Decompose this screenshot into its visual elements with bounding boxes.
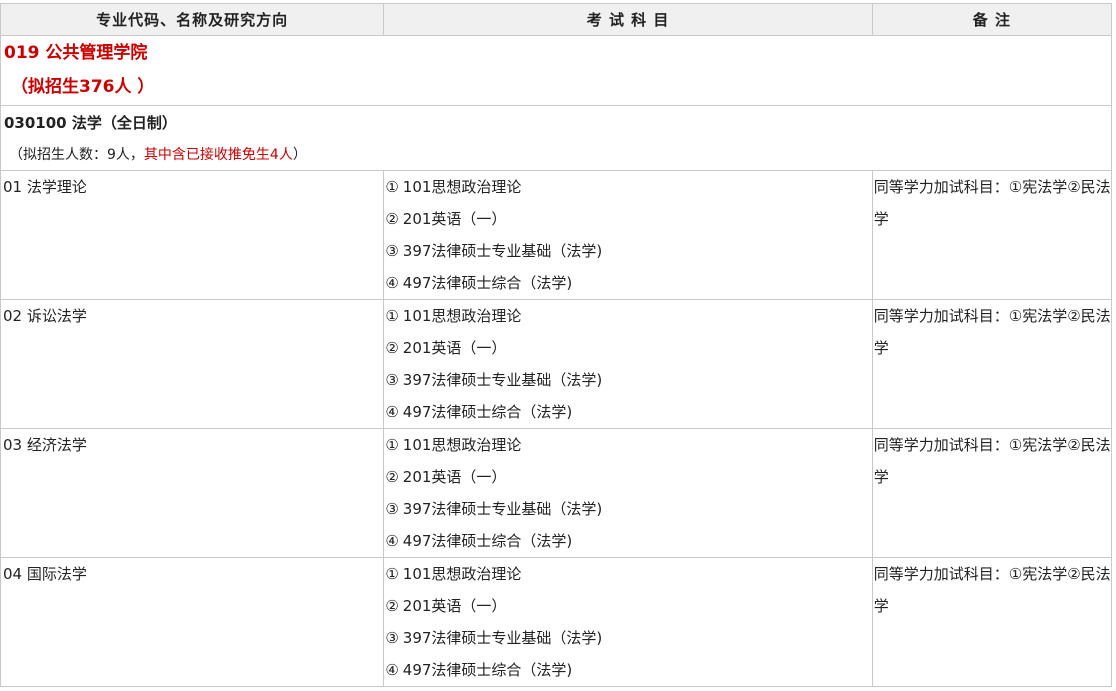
subject-text: 497法律硕士综合（法学) bbox=[402, 274, 573, 292]
subject-text: 397法律硕士专业基础（法学) bbox=[402, 242, 603, 260]
direction-row: 04 国际法学 ① 101思想政治理论 ② 201英语（一） ③ 397法律硕士专业基础（法… bbox=[0, 557, 1113, 687]
subject-number: ④ bbox=[385, 274, 399, 292]
subject-text: 397法律硕士专业基础（法学) bbox=[402, 500, 603, 518]
remark-text: 同等学力加试科目：①宪法学②民法学 bbox=[873, 565, 1111, 615]
exam-subjects: ① 101思想政治理论 ② 201英语（一） ③ 397法律硕士专业基础（法学) ④ 497法… bbox=[383, 170, 873, 300]
subject-item: ② 201英语（一） bbox=[385, 461, 871, 493]
remark-text: 同等学力加试科目：①宪法学②民法学 bbox=[873, 178, 1111, 228]
subject-number: ② bbox=[385, 210, 399, 228]
subject-item: ③ 397法律硕士专业基础（法学) bbox=[385, 235, 871, 267]
exam-subjects: ① 101思想政治理论 ② 201英语（一） ③ 397法律硕士专业基础（法学) ④ 497法… bbox=[383, 428, 873, 558]
subject-text: 497法律硕士综合（法学) bbox=[402, 532, 573, 550]
direction-name: 04 国际法学 bbox=[3, 565, 87, 583]
direction-name: 01 法学理论 bbox=[3, 178, 87, 196]
direction-row: 01 法学理论 ① 101思想政治理论 ② 201英语（一） ③ 397法律硕士专业基础（法… bbox=[0, 170, 1113, 300]
subject-text: 201英语（一） bbox=[402, 597, 507, 615]
direction-row: 02 诉讼法学 ① 101思想政治理论 ② 201英语（一） ③ 397法律硕士专业基础（法… bbox=[0, 299, 1113, 429]
college-quota: （拟招生376人 ） bbox=[11, 77, 155, 97]
subject-item: ② 201英语（一） bbox=[385, 203, 871, 235]
subject-text: 101思想政治理论 bbox=[402, 565, 522, 583]
college-row: 019 公共管理学院 （拟招生376人 ） bbox=[0, 35, 1112, 106]
subject-item: ④ 497法律硕士综合（法学) bbox=[385, 525, 871, 557]
subject-text: 101思想政治理论 bbox=[402, 178, 522, 196]
subject-text: 497法律硕士综合（法学) bbox=[402, 661, 573, 679]
direction-name: 02 诉讼法学 bbox=[3, 307, 87, 325]
subject-item: ① 101思想政治理论 bbox=[385, 300, 871, 332]
subject-text: 101思想政治理论 bbox=[402, 436, 522, 454]
subject-item: ③ 397法律硕士专业基础（法学) bbox=[385, 622, 871, 654]
subject-text: 497法律硕士综合（法学) bbox=[402, 403, 573, 421]
subject-item: ① 101思想政治理论 bbox=[385, 429, 871, 461]
subject-number: ④ bbox=[385, 661, 399, 679]
quota-prefix: （拟招生人数：9人， bbox=[9, 147, 144, 163]
subject-number: ③ bbox=[385, 629, 399, 647]
remark-text: 同等学力加试科目：①宪法学②民法学 bbox=[873, 436, 1111, 486]
subject-text: 397法律硕士专业基础（法学) bbox=[402, 371, 603, 389]
subject-item: ④ 497法律硕士综合（法学) bbox=[385, 396, 871, 428]
subject-number: ③ bbox=[385, 371, 399, 389]
subject-number: ④ bbox=[385, 403, 399, 421]
header-row: 专业代码、名称及研究方向 考 试 科 目 备 注 bbox=[0, 3, 1113, 36]
subject-number: ② bbox=[385, 468, 399, 486]
subject-text: 397法律硕士专业基础（法学) bbox=[402, 629, 603, 647]
subject-text: 201英语（一） bbox=[402, 468, 507, 486]
subject-number: ② bbox=[385, 597, 399, 615]
subject-text: 201英语（一） bbox=[402, 210, 507, 228]
header-notes: 备 注 bbox=[871, 3, 1113, 36]
exam-subjects: ① 101思想政治理论 ② 201英语（一） ③ 397法律硕士专业基础（法学) ④ 497法… bbox=[383, 299, 873, 429]
admission-table: 专业代码、名称及研究方向 考 试 科 目 备 注 019 公共管理学院 （拟招生… bbox=[0, 3, 1113, 687]
direction-name: 03 经济法学 bbox=[3, 436, 87, 454]
subject-number: ① bbox=[385, 307, 399, 325]
subject-text: 101思想政治理论 bbox=[402, 307, 522, 325]
direction-row: 03 经济法学 ① 101思想政治理论 ② 201英语（一） ③ 397法律硕士专业基础（法… bbox=[0, 428, 1113, 558]
subject-item: ④ 497法律硕士综合（法学) bbox=[385, 267, 871, 299]
subject-number: ③ bbox=[385, 242, 399, 260]
subject-number: ③ bbox=[385, 500, 399, 518]
exam-subjects: ① 101思想政治理论 ② 201英语（一） ③ 397法律硕士专业基础（法学) ④ 497法… bbox=[383, 557, 873, 687]
subject-number: ④ bbox=[385, 532, 399, 550]
subject-item: ② 201英语（一） bbox=[385, 332, 871, 364]
college-name: 019 公共管理学院 bbox=[4, 43, 148, 63]
major-code: 030100 法学（全日制） bbox=[4, 114, 177, 132]
subject-item: ① 101思想政治理论 bbox=[385, 558, 871, 590]
subject-text: 201英语（一） bbox=[402, 339, 507, 357]
quota-suffix: ） bbox=[292, 147, 307, 163]
subject-item: ① 101思想政治理论 bbox=[385, 171, 871, 203]
subject-number: ① bbox=[385, 565, 399, 583]
subject-item: ③ 397法律硕士专业基础（法学) bbox=[385, 493, 871, 525]
header-major: 专业代码、名称及研究方向 bbox=[0, 3, 385, 36]
subject-item: ③ 397法律硕士专业基础（法学) bbox=[385, 364, 871, 396]
remark-text: 同等学力加试科目：①宪法学②民法学 bbox=[873, 307, 1111, 357]
quota-recommended: 其中含已接收推免生4人 bbox=[143, 147, 293, 163]
header-subjects: 考 试 科 目 bbox=[383, 3, 873, 36]
major-quota: （拟招生人数：9人，其中含已接收推免生4人） bbox=[1, 140, 1111, 170]
subject-number: ② bbox=[385, 339, 399, 357]
subject-number: ① bbox=[385, 436, 399, 454]
subject-item: ② 201英语（一） bbox=[385, 590, 871, 622]
subject-number: ① bbox=[385, 178, 399, 196]
subject-item: ④ 497法律硕士综合（法学) bbox=[385, 654, 871, 686]
major-row: 030100 法学（全日制） （拟招生人数：9人，其中含已接收推免生4人） bbox=[0, 105, 1112, 171]
